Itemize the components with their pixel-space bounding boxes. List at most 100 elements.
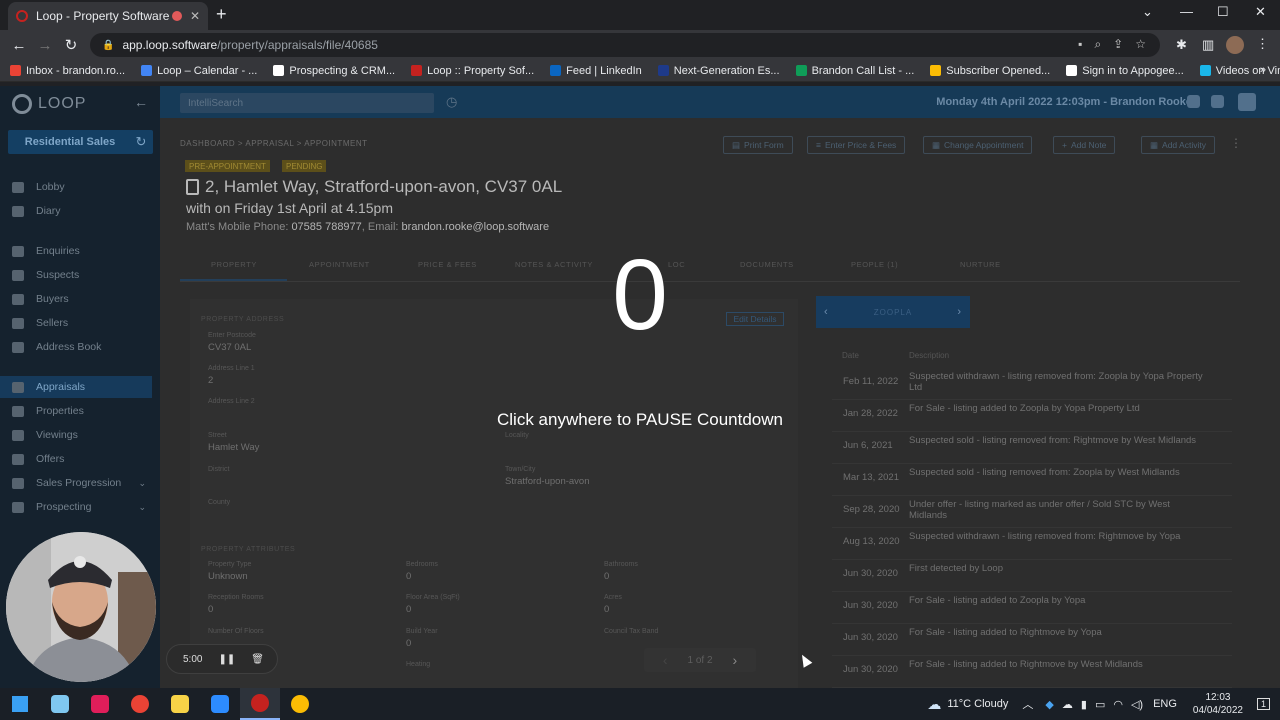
- sidebar-item-lobby[interactable]: Lobby: [0, 176, 152, 198]
- webcam-bubble[interactable]: [6, 532, 156, 682]
- chevron-down-icon: ⌄: [138, 501, 146, 512]
- top-bar: IntelliSearch ◷ Monday 4th April 2022 12…: [160, 86, 1280, 118]
- network-icon[interactable]: ▭: [1095, 698, 1105, 711]
- bookmark-item[interactable]: Loop :: Property Sof...: [411, 65, 534, 77]
- calendar-icon: ▦: [932, 139, 941, 150]
- email-link[interactable]: brandon.rooke@loop.software: [402, 221, 550, 233]
- dropbox-icon[interactable]: ◆: [1045, 698, 1053, 711]
- prev-page-icon[interactable]: ‹: [663, 652, 668, 668]
- main-content: IntelliSearch ◷ Monday 4th April 2022 12…: [160, 86, 1280, 688]
- change-appointment-button[interactable]: ▦ Change Appointment: [923, 136, 1033, 154]
- sidebar-item-sales-progression[interactable]: Sales Progression ⌄: [0, 472, 152, 494]
- zoom-icon[interactable]: ⌕: [1094, 37, 1101, 52]
- sticky-notes-icon[interactable]: [160, 688, 200, 720]
- bookmark-item[interactable]: Loop – Calendar - ...: [141, 65, 257, 77]
- files-icon[interactable]: [40, 688, 80, 720]
- browser-toolbar: ← → ↻ 🔒 app.loop.software /property/appr…: [0, 30, 1280, 60]
- wifi-icon[interactable]: ◠: [1113, 698, 1123, 711]
- tab-search-icon[interactable]: ⌄: [1142, 4, 1153, 20]
- chrome-active-icon[interactable]: [240, 688, 280, 720]
- history-icon[interactable]: ◷: [446, 94, 457, 110]
- extensions-icon[interactable]: ✱: [1176, 37, 1187, 53]
- printer-icon: ▤: [732, 139, 741, 150]
- linkedin-icon: [550, 65, 562, 76]
- loop-favicon-icon: [16, 10, 28, 22]
- bookmark-item[interactable]: Prospecting & CRM...: [273, 65, 395, 77]
- windows-start-icon[interactable]: [0, 688, 40, 720]
- forward-icon[interactable]: →: [32, 37, 58, 54]
- more-actions-icon[interactable]: ⋮: [1230, 136, 1242, 150]
- microphone-icon[interactable]: ▮: [1081, 698, 1087, 711]
- history-header-date: Date: [842, 351, 859, 360]
- browser-tab[interactable]: Loop - Property Software ✕: [8, 2, 208, 30]
- pause-countdown-message[interactable]: Click anywhere to PAUSE Countdown: [0, 410, 1280, 430]
- profile-avatar[interactable]: [1226, 36, 1244, 54]
- bookmark-item[interactable]: Brandon Call List - ...: [795, 65, 914, 77]
- chevron-up-icon[interactable]: ︿: [1022, 696, 1033, 712]
- star-icon[interactable]: ☆: [1135, 37, 1146, 52]
- pause-icon[interactable]: ❚❚: [218, 654, 235, 665]
- notifications-icon[interactable]: 1: [1256, 698, 1270, 710]
- bookmark-item[interactable]: Subscriber Opened...: [930, 65, 1050, 77]
- maximize-button[interactable]: ☐: [1217, 4, 1229, 20]
- refresh-icon[interactable]: ↻: [129, 130, 153, 154]
- more-bookmarks-icon[interactable]: »: [1260, 64, 1266, 76]
- zoom-icon[interactable]: [200, 688, 240, 720]
- lobby-icon: [12, 181, 24, 193]
- share-icon[interactable]: ⇪: [1113, 37, 1123, 52]
- reload-icon[interactable]: ↻: [58, 36, 84, 54]
- print-form-button[interactable]: ▤ Print Form: [723, 136, 793, 154]
- windows-taskbar: ☁ 11°C Cloudy ︿ ◆ ☁ ▮ ▭ ◠ ◁) ENG 12:03 0…: [0, 688, 1280, 720]
- bookmark-item[interactable]: Sign in to Appogee...: [1066, 65, 1184, 77]
- weather-label[interactable]: 11°C Cloudy: [947, 698, 1008, 710]
- minimize-button[interactable]: —: [1180, 4, 1193, 19]
- volume-icon[interactable]: ◁): [1131, 698, 1143, 711]
- history-date: Sep 28, 2020: [843, 504, 900, 515]
- clock[interactable]: 12:03 04/04/2022: [1193, 691, 1243, 717]
- new-tab-button[interactable]: +: [216, 4, 227, 25]
- property-card: PROPERTY ADDRESS Enter Postcode CV37 0AL…: [190, 299, 798, 688]
- history-description: For Sale - listing added to Rightmove by…: [909, 659, 1143, 670]
- sidebar-item-offers[interactable]: Offers: [0, 448, 152, 470]
- clipboard-icon[interactable]: [1211, 95, 1224, 108]
- collapse-sidebar-icon[interactable]: ←: [134, 94, 148, 110]
- sidepanel-icon[interactable]: ▥: [1202, 37, 1214, 53]
- bookmark-item[interactable]: Next-Generation Es...: [657, 65, 780, 77]
- bookmark-item[interactable]: Videos on Vimeo: [1199, 65, 1280, 77]
- clipboard-icon: [186, 179, 199, 195]
- bell-icon[interactable]: [1187, 95, 1200, 108]
- bookmark-item[interactable]: Inbox - brandon.ro...: [10, 65, 125, 77]
- sidebar-item-diary[interactable]: Diary: [0, 200, 152, 222]
- onedrive-icon[interactable]: ☁: [1062, 698, 1073, 711]
- camera-icon[interactable]: ▪: [1078, 37, 1082, 52]
- add-note-button[interactable]: + Add Note: [1053, 136, 1116, 154]
- enter-price-fees-button[interactable]: ≡ Enter Price & Fees: [807, 136, 906, 154]
- sidebar-item-prospecting[interactable]: Prospecting ⌄: [0, 496, 152, 518]
- chrome-icon[interactable]: [120, 688, 160, 720]
- slack-icon[interactable]: [80, 688, 120, 720]
- trash-icon[interactable]: 🗑: [251, 654, 264, 665]
- phone-link[interactable]: 07585 788977: [291, 221, 361, 233]
- close-window-button[interactable]: ✕: [1255, 4, 1266, 20]
- add-activity-button[interactable]: ▦ Add Activity: [1141, 136, 1215, 154]
- attribute-label: Number Of Floors: [208, 628, 264, 635]
- next-page-icon[interactable]: ›: [733, 652, 738, 668]
- language-indicator[interactable]: ENG: [1153, 698, 1177, 710]
- sheets-icon: [795, 65, 807, 76]
- bookmark-item[interactable]: Feed | LinkedIn: [550, 65, 642, 77]
- address-bar[interactable]: 🔒 app.loop.software /property/appraisals…: [90, 33, 1160, 57]
- attribute-value: 0: [406, 638, 412, 649]
- browser-tab-bar: Loop - Property Software ✕ + ⌄ — ☐ ✕: [0, 0, 1280, 30]
- residential-sales-button[interactable]: Residential Sales: [8, 130, 132, 154]
- chrome-profile-icon[interactable]: [280, 688, 320, 720]
- globe-icon: [657, 65, 669, 76]
- sidebar-item-appraisals[interactable]: Appraisals: [0, 376, 152, 398]
- countdown-number[interactable]: 0: [0, 245, 1280, 345]
- chevron-down-icon: ⌄: [138, 477, 146, 488]
- user-icon[interactable]: [1238, 93, 1256, 111]
- mailchimp-icon: [930, 65, 942, 76]
- back-icon[interactable]: ←: [6, 37, 32, 54]
- close-tab-icon[interactable]: ✕: [190, 9, 200, 23]
- menu-icon[interactable]: ⋮: [1256, 36, 1269, 52]
- intellisearch-input[interactable]: IntelliSearch: [180, 93, 434, 113]
